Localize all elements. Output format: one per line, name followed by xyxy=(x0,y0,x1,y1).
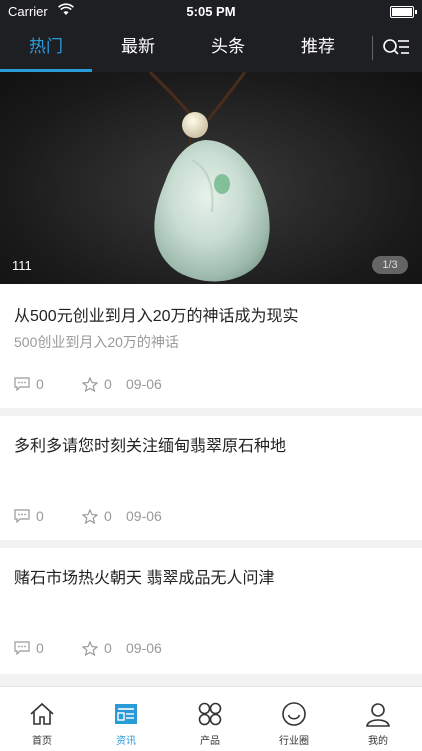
article-title: 多利多请您时刻关注缅甸翡翠原石种地 xyxy=(14,438,287,455)
nav-label: 我的 xyxy=(368,736,388,747)
comment-count: 0 xyxy=(36,376,44,392)
tab-hot[interactable]: 热门 xyxy=(0,24,92,72)
tab-latest[interactable]: 最新 xyxy=(92,24,184,72)
search-menu-icon[interactable] xyxy=(382,36,410,60)
star-icon[interactable] xyxy=(82,641,98,656)
nav-label: 首页 xyxy=(32,736,52,747)
banner-caption: 111 xyxy=(12,258,32,273)
like-count: 0 xyxy=(104,508,112,524)
comment-count: 0 xyxy=(36,640,44,656)
comment-icon[interactable] xyxy=(14,509,30,523)
nav-products[interactable]: 产品 xyxy=(168,687,252,751)
banner-page-counter: 1/3 xyxy=(372,256,408,274)
article-date: 09-06 xyxy=(126,376,162,392)
nav-label: 行业圈 xyxy=(279,736,309,747)
star-icon[interactable] xyxy=(82,509,98,524)
like-count: 0 xyxy=(104,640,112,656)
nav-profile[interactable]: 我的 xyxy=(336,687,420,751)
home-icon xyxy=(30,702,54,725)
jade-pendant-image xyxy=(148,72,270,282)
grid-icon xyxy=(198,702,222,726)
bottom-nav: 首页 资讯 产品 行业圈 我的 xyxy=(0,686,422,751)
news-icon xyxy=(115,704,137,724)
article-title: 赌石市场热火朝天 翡翠成品无人问津 xyxy=(14,570,275,587)
tab-divider xyxy=(372,36,373,60)
nav-label: 产品 xyxy=(200,736,220,747)
smiley-icon xyxy=(282,702,306,726)
category-tabs: 热门 最新 头条 推荐 xyxy=(0,24,422,72)
like-count: 0 xyxy=(104,376,112,392)
article-date: 09-06 xyxy=(126,640,162,656)
article-card[interactable]: 从500元创业到月入20万的神话成为现实 500创业到月入20万的神话 0 0 … xyxy=(0,284,422,408)
star-icon[interactable] xyxy=(82,377,98,392)
comment-icon[interactable] xyxy=(14,641,30,655)
tab-headlines[interactable]: 头条 xyxy=(182,24,274,72)
comment-icon[interactable] xyxy=(14,377,30,391)
banner-carousel[interactable]: 111 1/3 xyxy=(0,72,422,284)
nav-home[interactable]: 首页 xyxy=(0,687,84,751)
user-icon xyxy=(366,703,390,727)
article-subtitle: 500创业到月入20万的神话 xyxy=(14,334,179,350)
nav-community[interactable]: 行业圈 xyxy=(252,687,336,751)
tab-recommended[interactable]: 推荐 xyxy=(272,24,364,72)
nav-label: 资讯 xyxy=(116,736,136,747)
article-meta: 0 0 09-06 xyxy=(14,508,264,524)
article-title: 从500元创业到月入20万的神话成为现实 xyxy=(14,308,299,325)
nav-news[interactable]: 资讯 xyxy=(84,687,168,751)
article-card[interactable]: 多利多请您时刻关注缅甸翡翠原石种地 0 0 09-06 xyxy=(0,416,422,540)
battery-icon xyxy=(390,6,417,18)
status-time: 5:05 PM xyxy=(186,4,236,19)
article-date: 09-06 xyxy=(126,508,162,524)
article-meta: 0 0 09-06 xyxy=(14,640,264,656)
article-card[interactable]: 赌石市场热火朝天 翡翠成品无人问津 0 0 09-06 xyxy=(0,548,422,674)
comment-count: 0 xyxy=(36,508,44,524)
status-bar: Carrier 5:05 PM xyxy=(0,0,422,24)
article-meta: 0 0 09-06 xyxy=(14,376,264,392)
